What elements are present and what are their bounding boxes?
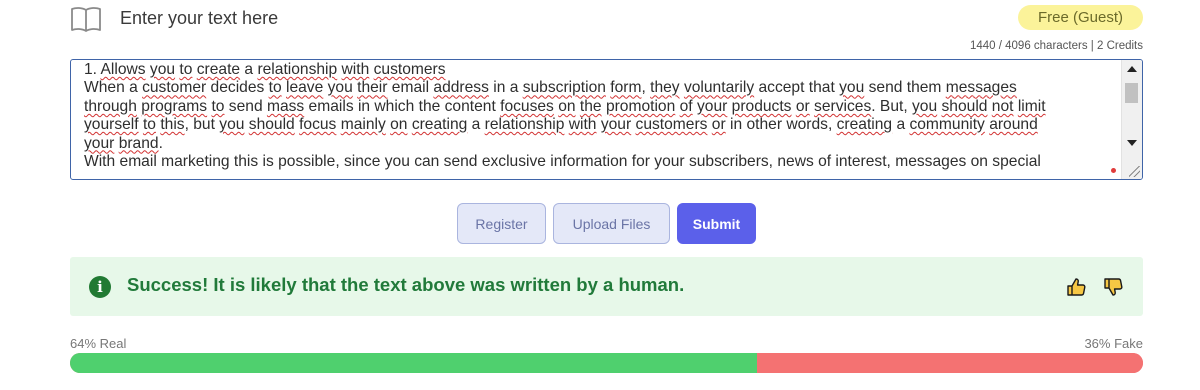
spellcheck-word: creating <box>836 116 893 134</box>
spellcheck-word: of <box>679 97 693 115</box>
spellcheck-word: customer <box>142 79 207 97</box>
text-segment: in other words, <box>725 116 837 134</box>
spellcheck-word: on <box>390 116 408 134</box>
spellcheck-word: voluntarily <box>683 79 755 97</box>
text-segment: With email marketing this is possible, s… <box>84 153 1041 171</box>
spellcheck-word: this <box>160 116 185 134</box>
spellcheck-word: mass <box>266 97 305 115</box>
spellcheck-word: form <box>610 79 642 97</box>
spellcheck-word: should <box>941 97 988 115</box>
text-segment: accept that <box>754 79 840 97</box>
spellcheck-word: brand <box>118 134 159 152</box>
text-segment: a <box>240 61 258 78</box>
spellcheck-word: you <box>149 61 176 78</box>
text-segment: a <box>467 116 485 134</box>
spellcheck-word: relationship <box>484 116 565 134</box>
submit-button[interactable]: Submit <box>677 203 756 244</box>
register-button[interactable]: Register <box>457 203 546 244</box>
spellcheck-word: focus <box>299 116 337 134</box>
text-segment: a <box>892 116 910 134</box>
spellcheck-word: focuses <box>500 97 554 115</box>
spellcheck-word: you <box>327 79 353 97</box>
character-counter: 1440 / 4096 characters | 2 Credits <box>969 40 1143 52</box>
scroll-up-arrow-icon[interactable] <box>1127 66 1137 72</box>
spellcheck-word: with <box>341 61 370 78</box>
spellcheck-word: customers <box>373 61 446 78</box>
spellcheck-word: or <box>795 97 810 115</box>
resize-handle-icon[interactable] <box>1129 166 1140 177</box>
text-segment: send them <box>864 79 946 97</box>
spellcheck-word: around <box>989 116 1038 134</box>
spellcheck-word: to <box>142 116 156 134</box>
spellcheck-word: the <box>579 97 602 115</box>
text-segment: send <box>224 97 267 115</box>
spellcheck-word: you <box>839 79 865 97</box>
real-percentage-label: 64% Real <box>70 336 127 351</box>
text-segment: decides <box>206 79 269 97</box>
book-icon <box>71 7 101 32</box>
text-segment: , <box>641 79 651 97</box>
upload-files-button[interactable]: Upload Files <box>553 203 670 244</box>
spellcheck-word: their <box>357 79 388 97</box>
spellcheck-word: limit <box>1017 97 1046 115</box>
spellcheck-word: Allows <box>100 61 146 78</box>
spellcheck-word: mainly <box>340 116 386 134</box>
thumbs-down-icon[interactable] <box>1103 277 1123 297</box>
thumbs-up-icon[interactable] <box>1066 277 1086 297</box>
spellcheck-word: messages <box>945 79 1017 97</box>
spellcheck-word: they <box>650 79 680 97</box>
spellcheck-word: create <box>196 61 241 78</box>
spellcheck-word: not <box>991 97 1014 115</box>
real-fake-progress-bar <box>70 353 1143 373</box>
spellcheck-word: products <box>731 97 792 115</box>
spellcheck-word: or <box>711 116 726 134</box>
text-segment: emails in which the content <box>304 97 501 115</box>
spellcheck-word: to <box>179 61 193 78</box>
spellcheck-word: you <box>219 116 245 134</box>
text-segment: 1. <box>84 61 101 78</box>
spellcheck-word: community <box>909 116 985 134</box>
scrollbar-thumb[interactable] <box>1125 83 1138 103</box>
text-segment: When a <box>84 79 143 97</box>
spellcheck-word: should <box>248 116 295 134</box>
spellcheck-word: services <box>814 97 872 115</box>
spellcheck-word: your <box>84 134 115 152</box>
text-segment: in a <box>488 79 523 97</box>
result-message: Success! It is likely that the text abov… <box>127 274 685 295</box>
header: Enter your text here Free (Guest) <box>70 4 1143 34</box>
real-bar-segment <box>70 353 757 373</box>
spellcheck-word: your <box>696 97 728 115</box>
spellcheck-word: address <box>433 79 489 97</box>
spellcheck-word: promotion <box>605 97 676 115</box>
fake-percentage-label: 36% Fake <box>1084 336 1143 351</box>
spellcheck-word: yourself <box>84 116 139 134</box>
spellcheck-word: relationship <box>257 61 338 78</box>
text-segment: , but <box>184 116 220 134</box>
spellcheck-indicator-icon <box>1111 168 1116 173</box>
spellcheck-word: you <box>912 97 938 115</box>
info-icon: i <box>89 276 111 298</box>
spellcheck-word: customers <box>635 116 708 134</box>
spellcheck-word: on <box>558 97 576 115</box>
spellcheck-word: leave <box>286 79 324 97</box>
text-segment: . But, <box>871 97 912 115</box>
spellcheck-word: your <box>600 116 632 134</box>
text-input-area[interactable]: 1. Allows you to create a relationship w… <box>70 59 1143 180</box>
spellcheck-word: subscription <box>522 79 606 97</box>
spellcheck-word: creating <box>411 116 468 134</box>
spellcheck-word: through <box>84 97 137 115</box>
text-segment: . <box>158 134 163 152</box>
textarea-scrollbar[interactable] <box>1121 60 1142 179</box>
spellcheck-word: to <box>211 97 225 115</box>
spellcheck-word: to <box>268 79 282 97</box>
text-input-content[interactable]: 1. Allows you to create a relationship w… <box>84 61 1116 171</box>
spellcheck-word: programs <box>141 97 208 115</box>
fake-bar-segment <box>756 353 1143 373</box>
scroll-down-arrow-icon[interactable] <box>1127 140 1137 146</box>
plan-badge: Free (Guest) <box>1017 5 1143 30</box>
text-segment: email <box>387 79 434 97</box>
result-alert: i Success! It is likely that the text ab… <box>70 257 1143 316</box>
page-title: Enter your text here <box>120 8 279 28</box>
spellcheck-word: with <box>568 116 597 134</box>
